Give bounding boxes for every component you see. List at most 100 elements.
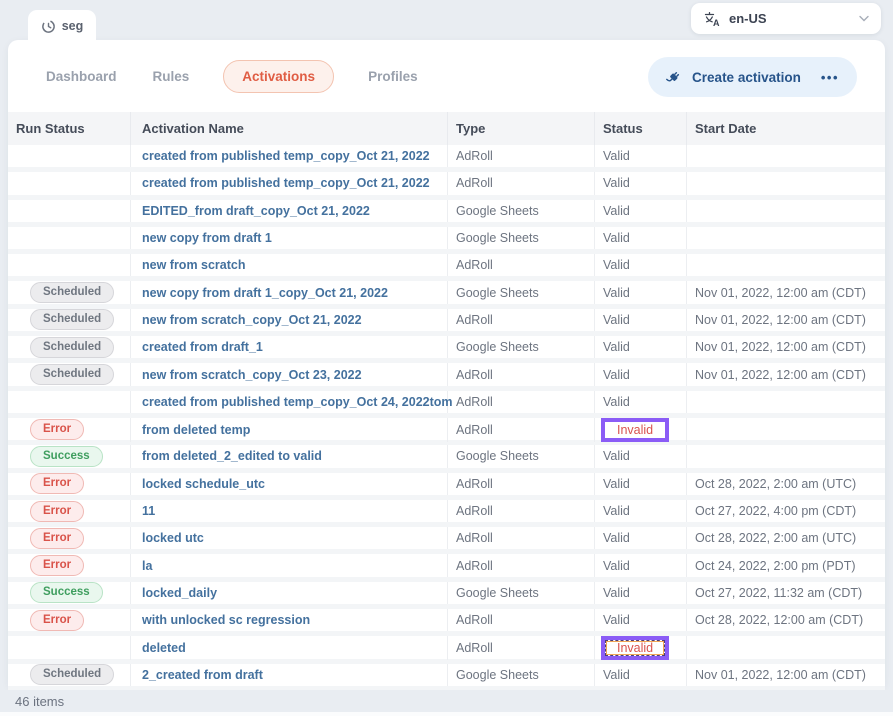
run-status-badge: Scheduled	[30, 282, 114, 303]
activation-name-link[interactable]: new copy from draft 1_copy_Oct 21, 2022	[142, 286, 388, 300]
language-selector[interactable]: A en-US	[691, 3, 881, 34]
activation-name-cell: from deleted_2_edited to valid	[131, 445, 448, 467]
start-date-cell	[687, 636, 885, 660]
start-date-cell: Oct 27, 2022, 11:32 am (CDT)	[687, 582, 885, 604]
run-status-badge: Success	[30, 582, 103, 603]
table-row: EDITED_from draft_copy_Oct 21, 2022Googl…	[8, 200, 885, 227]
table-row: Scheduled new from scratch_copy_Oct 23, 2…	[8, 363, 885, 390]
activation-name-cell: locked schedule_utc	[131, 473, 448, 495]
table-row: Errorlocked schedule_utcAdRollValidOct 2…	[8, 473, 885, 500]
status-value: Valid	[603, 313, 630, 327]
status-value: Valid	[603, 531, 630, 545]
start-date-cell	[687, 227, 885, 249]
activation-name-cell: created from published temp_copy_Oct 21,…	[131, 145, 448, 167]
tab-rules[interactable]: Rules	[151, 61, 192, 92]
status-value: Valid	[603, 204, 630, 218]
document-tab-seg[interactable]: seg	[28, 10, 96, 42]
activation-name-cell: la	[131, 554, 448, 576]
type-cell: AdRoll	[448, 636, 595, 660]
activation-name-cell: created from draft_1	[131, 336, 448, 358]
table-row: Scheduled2_created from draftGoogle Shee…	[8, 664, 885, 691]
type-cell: AdRoll	[448, 391, 595, 413]
run-status-cell	[8, 200, 131, 222]
run-status-cell: Scheduled	[8, 281, 131, 303]
activation-name-link[interactable]: locked utc	[142, 531, 204, 545]
status-cell: Valid	[595, 200, 687, 222]
status-value: Valid	[603, 668, 630, 682]
type-cell: Google Sheets	[448, 281, 595, 303]
activation-name-cell: new from scratch_copy_Oct 23, 2022	[131, 363, 448, 385]
status-cell: Valid	[595, 391, 687, 413]
start-date-cell: Oct 28, 2022, 12:00 am (CDT)	[687, 609, 885, 631]
start-date-cell	[687, 445, 885, 467]
status-cell: Valid	[595, 145, 687, 167]
status-value: Valid	[603, 231, 630, 245]
status-value: Valid	[603, 613, 630, 627]
run-status-cell: Error	[8, 500, 131, 522]
start-date-cell	[687, 418, 885, 442]
tab-activations[interactable]: Activations	[223, 60, 334, 93]
type-cell: AdRoll	[448, 609, 595, 631]
start-date-cell: Oct 27, 2022, 4:00 pm (CDT)	[687, 500, 885, 522]
type-cell: AdRoll	[448, 500, 595, 522]
run-status-cell: Error	[8, 554, 131, 576]
status-value: Valid	[603, 149, 630, 163]
type-cell: Google Sheets	[448, 227, 595, 249]
activation-name-cell: new copy from draft 1_copy_Oct 21, 2022	[131, 281, 448, 303]
start-date-cell: Nov 01, 2022, 12:00 am (CDT)	[687, 309, 885, 331]
type-cell: Google Sheets	[448, 445, 595, 467]
activation-name-cell: new from scratch	[131, 254, 448, 276]
activation-name-link[interactable]: 2_created from draft	[142, 668, 263, 682]
activation-name-cell: new copy from draft 1	[131, 227, 448, 249]
activation-name-cell: locked utc	[131, 527, 448, 549]
activation-name-link[interactable]: created from draft_1	[142, 340, 263, 354]
status-cell: Valid	[595, 281, 687, 303]
activation-name-link[interactable]: new from scratch_copy_Oct 23, 2022	[142, 368, 362, 382]
activation-name-cell: created from published temp_copy_Oct 21,…	[131, 172, 448, 194]
start-date-cell	[687, 391, 885, 413]
type-cell: Google Sheets	[448, 664, 595, 686]
plug-icon	[666, 69, 682, 85]
chevron-down-icon	[859, 15, 869, 22]
activation-name-link[interactable]: from deleted temp	[142, 423, 250, 437]
run-status-badge: Scheduled	[30, 364, 114, 385]
activation-name-link[interactable]: new from scratch_copy_Oct 21, 2022	[142, 313, 362, 327]
column-header-activation-name: Activation Name	[131, 112, 448, 145]
tab-profiles[interactable]: Profiles	[366, 61, 420, 92]
status-value: Valid	[603, 586, 630, 600]
column-header-start-date: Start Date	[687, 112, 885, 145]
start-date-cell: Nov 01, 2022, 12:00 am (CDT)	[687, 664, 885, 686]
activation-name-link[interactable]: locked schedule_utc	[142, 477, 265, 491]
table-row: Errorfrom deleted tempAdRollInvalid	[8, 418, 885, 445]
run-status-cell	[8, 391, 131, 413]
type-cell: AdRoll	[448, 473, 595, 495]
create-activation-label: Create activation	[692, 70, 801, 85]
activation-name-link[interactable]: created from published temp_copy_Oct 21,…	[142, 176, 430, 190]
activation-name-link[interactable]: created from published temp_copy_Oct 21,…	[142, 149, 430, 163]
activation-name-cell: from deleted temp	[131, 418, 448, 442]
activation-name-link[interactable]: new from scratch	[142, 258, 246, 272]
activation-name-link[interactable]: with unlocked sc regression	[142, 613, 310, 627]
activation-name-link[interactable]: la	[142, 559, 152, 573]
activation-name-link[interactable]: created from published temp_copy_Oct 24,…	[142, 395, 453, 409]
status-cell: Valid	[595, 582, 687, 604]
create-activation-button[interactable]: Create activation •••	[648, 57, 857, 97]
more-actions-button[interactable]: •••	[821, 70, 839, 85]
activation-name-link[interactable]: new copy from draft 1	[142, 231, 272, 245]
activation-name-link[interactable]: from deleted_2_edited to valid	[142, 449, 322, 463]
activation-name-link[interactable]: EDITED_from draft_copy_Oct 21, 2022	[142, 204, 370, 218]
activation-name-link[interactable]: locked_daily	[142, 586, 217, 600]
run-status-badge: Error	[30, 419, 84, 440]
run-status-badge: Error	[30, 501, 84, 522]
start-date-cell: Nov 01, 2022, 12:00 am (CDT)	[687, 281, 885, 303]
activation-name-cell: 11	[131, 500, 448, 522]
run-status-badge: Error	[30, 473, 84, 494]
activation-name-cell: created from published temp_copy_Oct 24,…	[131, 391, 448, 413]
section-nav: Dashboard Rules Activations Profiles	[44, 55, 420, 97]
tab-dashboard[interactable]: Dashboard	[44, 61, 119, 92]
activation-name-link[interactable]: deleted	[142, 641, 186, 655]
table-row: ErrorlaAdRollValidOct 24, 2022, 2:00 pm …	[8, 554, 885, 581]
status-cell: Valid	[595, 336, 687, 358]
activation-name-cell: locked_daily	[131, 582, 448, 604]
activation-name-link[interactable]: 11	[142, 504, 155, 518]
